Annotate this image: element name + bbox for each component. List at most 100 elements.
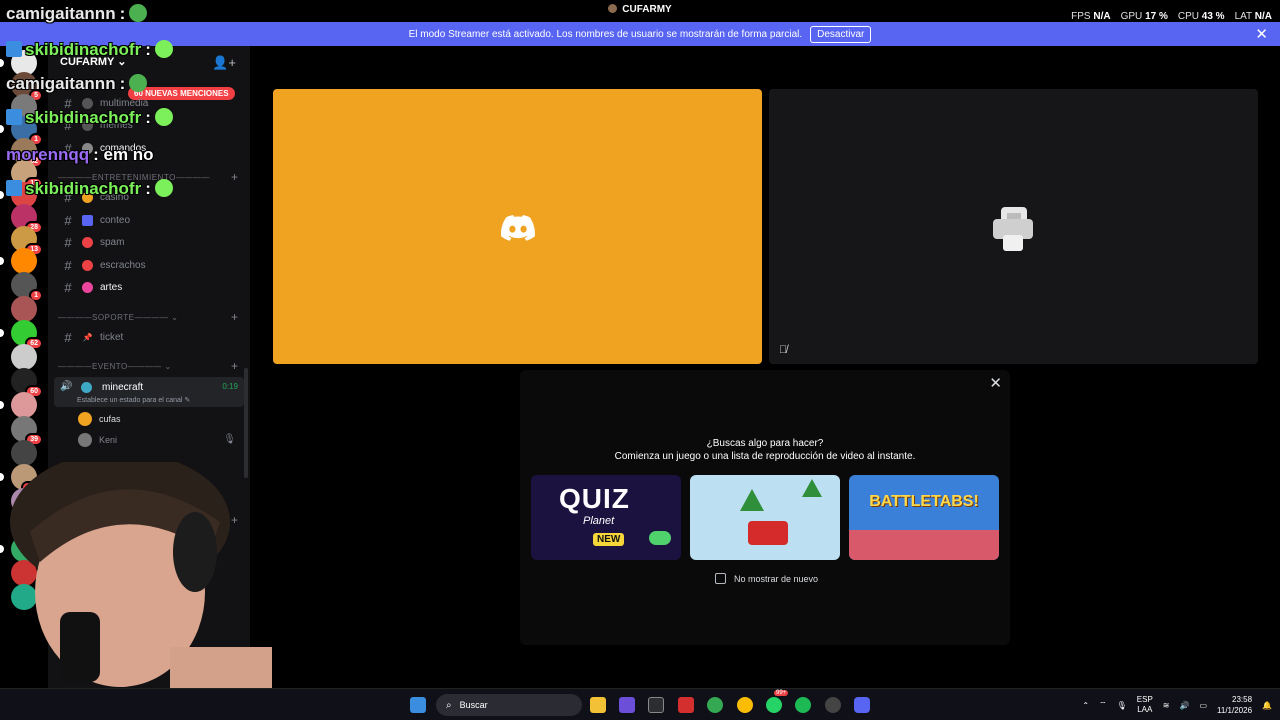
hash-icon: #: [64, 140, 72, 156]
tree-icon: [740, 489, 764, 511]
volume-icon[interactable]: 🔊: [1180, 701, 1190, 710]
system-tray: ⌃ ⌔ 🎙 ESP LAA ≋ 🔊 ▭ 23:58 11/1/2026 🔔: [1082, 694, 1272, 716]
checkbox-icon[interactable]: [715, 573, 726, 584]
dont-show-again-checkbox[interactable]: No mostrar de nuevo: [715, 573, 818, 584]
banner-text: El modo Streamer está activado. Los nomb…: [408, 28, 803, 40]
server-icon[interactable]: 60: [11, 368, 43, 398]
add-channel-icon[interactable]: +: [231, 170, 238, 184]
channel-status[interactable]: Establece un estado para el canal ✎: [77, 396, 190, 404]
unread-pill: [0, 191, 4, 199]
truck-icon: [748, 521, 788, 545]
unread-pill: [0, 257, 4, 265]
channel-emoji-icon: [82, 97, 93, 109]
notifications-icon[interactable]: 🔔: [1262, 701, 1272, 710]
whatsapp-icon[interactable]: 99+: [766, 690, 789, 713]
category-evento[interactable]: ――――EVENTO―――― ⌄: [58, 362, 172, 371]
webcam-overlay: [10, 462, 272, 688]
hash-icon: #: [64, 95, 72, 111]
hash-icon: #: [64, 329, 72, 345]
participant-tile[interactable]: 🎙̸: [769, 89, 1258, 364]
panel-question: ¿Buscas algo para hacer?: [706, 438, 824, 449]
channel-spam[interactable]: # spam: [58, 232, 124, 252]
server-icon[interactable]: [11, 392, 37, 418]
category-entretenimiento[interactable]: ――――ENTRETENIMIENTO――――: [58, 173, 210, 182]
voice-channel-minecraft[interactable]: 🔊 minecraft 0:19 Establece un estado par…: [54, 377, 244, 407]
app-icon[interactable]: [619, 697, 635, 713]
category-soporte[interactable]: ――――SOPORTE―――― ⌄: [58, 313, 178, 322]
steam-icon[interactable]: [825, 697, 841, 713]
windows-taskbar: ⌕ Buscar 99+ ⌃ ⌔ 🎙 ESP LAA ≋ 🔊 ▭ 23:58 11/1…: [0, 688, 1280, 720]
language-indicator[interactable]: ESP LAA: [1137, 695, 1153, 715]
windows-start-icon[interactable]: [410, 697, 426, 713]
search-icon: ⌕: [446, 699, 452, 711]
server-icon[interactable]: 1: [11, 272, 43, 302]
spotify-icon[interactable]: [795, 697, 811, 713]
channel-multimedia[interactable]: # multimedia: [58, 93, 148, 113]
unread-pill: [0, 401, 4, 409]
channel-conteo[interactable]: # conteo: [58, 210, 130, 230]
channel-escrachos[interactable]: # escrachos: [58, 255, 145, 275]
network-icon[interactable]: ⌔: [1099, 700, 1107, 710]
taskbar-search[interactable]: ⌕ Buscar: [436, 694, 582, 716]
channel-emoji-icon: [82, 142, 93, 154]
panel-subtitle: Comienza un juego o una lista de reprodu…: [614, 451, 916, 462]
globe-icon: [81, 382, 92, 393]
unread-pill: [0, 125, 4, 133]
title-bar: CUFARMY FPS N/A GPU 17 % CPU 43 % LAT N/…: [0, 0, 1280, 22]
chrome-icon[interactable]: [707, 697, 723, 713]
deactivate-button[interactable]: Desactivar: [810, 25, 872, 43]
channel-emoji-icon: [82, 236, 93, 248]
activity-suggestions-panel: ✕ ¿Buscas algo para hacer? Comienza un j…: [520, 370, 1010, 645]
activity-card-battletabs[interactable]: BATTLETABS!: [849, 475, 999, 560]
add-channel-icon[interactable]: +: [231, 310, 238, 324]
clock[interactable]: 23:58 11/1/2026: [1217, 694, 1252, 716]
discord-logo-icon: [501, 215, 535, 241]
tree-icon: [802, 479, 822, 497]
activity-card-quiz-planet[interactable]: QUIZ Planet NEW: [531, 475, 681, 560]
server-icon[interactable]: [11, 344, 37, 370]
voice-member[interactable]: cufas: [78, 412, 121, 426]
avatar-figure-icon: [993, 207, 1033, 251]
channel-comandos[interactable]: # comandos: [58, 138, 146, 158]
channel-emoji-icon: [82, 119, 93, 131]
discord-icon[interactable]: [854, 697, 870, 713]
hash-icon: #: [64, 117, 72, 133]
chevron-up-icon[interactable]: ⌃: [1082, 701, 1089, 710]
file-explorer-icon[interactable]: [590, 697, 606, 713]
mic-icon[interactable]: 🎙: [1117, 701, 1127, 710]
add-channel-icon[interactable]: +: [231, 359, 238, 373]
close-icon[interactable]: ✕: [1255, 25, 1268, 43]
battery-icon[interactable]: ▭: [1199, 701, 1207, 710]
hash-icon: #: [64, 279, 72, 295]
muted-mic-icon: 🎙̸: [779, 344, 788, 356]
wifi-icon[interactable]: ≋: [1163, 701, 1170, 710]
server-icon[interactable]: 39: [11, 416, 43, 446]
channel-emoji-icon: [82, 259, 93, 271]
store-icon[interactable]: [648, 697, 664, 713]
hash-icon: #: [64, 189, 72, 205]
add-user-icon[interactable]: 👤+: [212, 55, 236, 71]
voice-member[interactable]: Keni: [78, 433, 117, 447]
channel-casino[interactable]: # casino: [58, 187, 129, 207]
channel-emoji-icon: [82, 281, 93, 293]
hash-icon: #: [64, 212, 72, 228]
channel-memes[interactable]: # memes: [58, 115, 132, 135]
channel-ticket[interactable]: # 📌 ticket: [58, 327, 123, 347]
unread-pill: [0, 329, 4, 337]
server-name[interactable]: CUFARMY ⌄: [60, 55, 126, 68]
wps-icon[interactable]: [678, 697, 694, 713]
server-icon[interactable]: 62: [11, 320, 43, 350]
server-icon[interactable]: [11, 248, 37, 274]
participant-tile[interactable]: [273, 89, 762, 364]
server-avatar-icon: [608, 4, 618, 13]
performance-overlay: FPS N/A GPU 17 % CPU 43 % LAT N/A: [1071, 11, 1272, 22]
pin-icon: 📌: [82, 332, 93, 342]
server-icon[interactable]: [11, 296, 37, 322]
close-icon[interactable]: ✕: [989, 374, 1002, 392]
activity-card-snow-game[interactable]: [690, 475, 840, 560]
mute-icon: 🎙: [223, 434, 236, 445]
channel-artes[interactable]: # artes: [58, 277, 122, 297]
game-scene-icon: [849, 530, 999, 560]
chrome-icon[interactable]: [737, 697, 753, 713]
rocket-icon: [649, 531, 671, 545]
